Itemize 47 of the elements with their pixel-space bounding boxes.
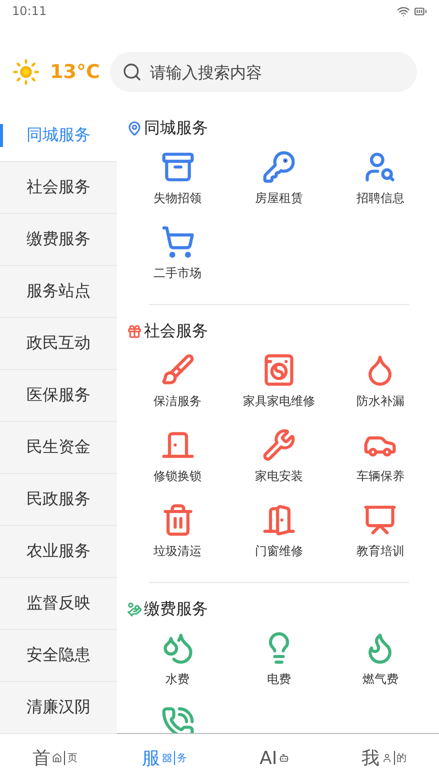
wrench-icon[interactable] <box>262 428 296 462</box>
service-label[interactable]: 二手市场 <box>154 265 202 282</box>
search-field[interactable]: 请输入搜索内容 <box>110 52 417 92</box>
service-label[interactable]: 家电安装 <box>254 468 303 485</box>
wifi-icon <box>397 4 410 18</box>
service-label[interactable]: 车辆保养 <box>356 468 404 485</box>
door-icon[interactable] <box>262 503 296 537</box>
service-label[interactable]: 失物招领 <box>154 190 202 207</box>
service-label[interactable]: 水费 <box>166 671 190 688</box>
service-label[interactable]: 招聘信息 <box>356 190 404 207</box>
search-icon <box>122 62 142 82</box>
section-title: 缴费服务 <box>144 598 208 620</box>
service-label[interactable]: 垃圾清运 <box>154 543 202 560</box>
grid-icon <box>162 753 172 763</box>
droplets-icon[interactable] <box>160 631 195 665</box>
tab[interactable]: 我 的 <box>329 734 439 782</box>
presentation-icon[interactable] <box>363 503 398 537</box>
user-icon <box>382 753 392 763</box>
service-label[interactable]: 电费 <box>266 671 291 688</box>
service-label[interactable]: 燃气费 <box>362 671 398 688</box>
service-label[interactable]: 房屋租赁 <box>254 190 303 207</box>
user-search-icon[interactable] <box>363 150 398 184</box>
temperature: 13°C <box>50 61 100 83</box>
service-label[interactable]: 家具家电维修 <box>242 393 315 410</box>
trash-icon[interactable] <box>160 503 195 537</box>
key-icon[interactable] <box>262 150 296 184</box>
section-title: 同城服务 <box>144 118 208 138</box>
service-label[interactable]: 修锁换锁 <box>154 468 202 485</box>
tab[interactable]: 服 务 <box>110 734 220 782</box>
home-icon <box>52 753 62 763</box>
service-label[interactable]: 教育培训 <box>356 543 404 560</box>
phone-icon[interactable] <box>160 706 195 733</box>
service-label[interactable]: 门窗维修 <box>254 543 303 560</box>
status-time: 10:11 <box>12 4 47 18</box>
service-label[interactable]: 防水补漏 <box>356 393 404 410</box>
sidebar-item[interactable]: 同城服务 <box>0 110 117 162</box>
cart-icon[interactable] <box>160 225 195 259</box>
service-label[interactable]: 保洁服务 <box>154 393 202 410</box>
sun-icon <box>12 58 40 86</box>
robot-icon <box>279 753 290 763</box>
washing-machine-icon[interactable] <box>262 353 296 387</box>
section-title: 社会服务 <box>144 320 208 342</box>
tab[interactable]: AI <box>220 734 330 782</box>
box-icon[interactable] <box>160 150 195 184</box>
brush-icon[interactable] <box>160 353 195 387</box>
battery-icon <box>414 4 427 18</box>
tab[interactable]: 首 页 <box>0 734 110 782</box>
